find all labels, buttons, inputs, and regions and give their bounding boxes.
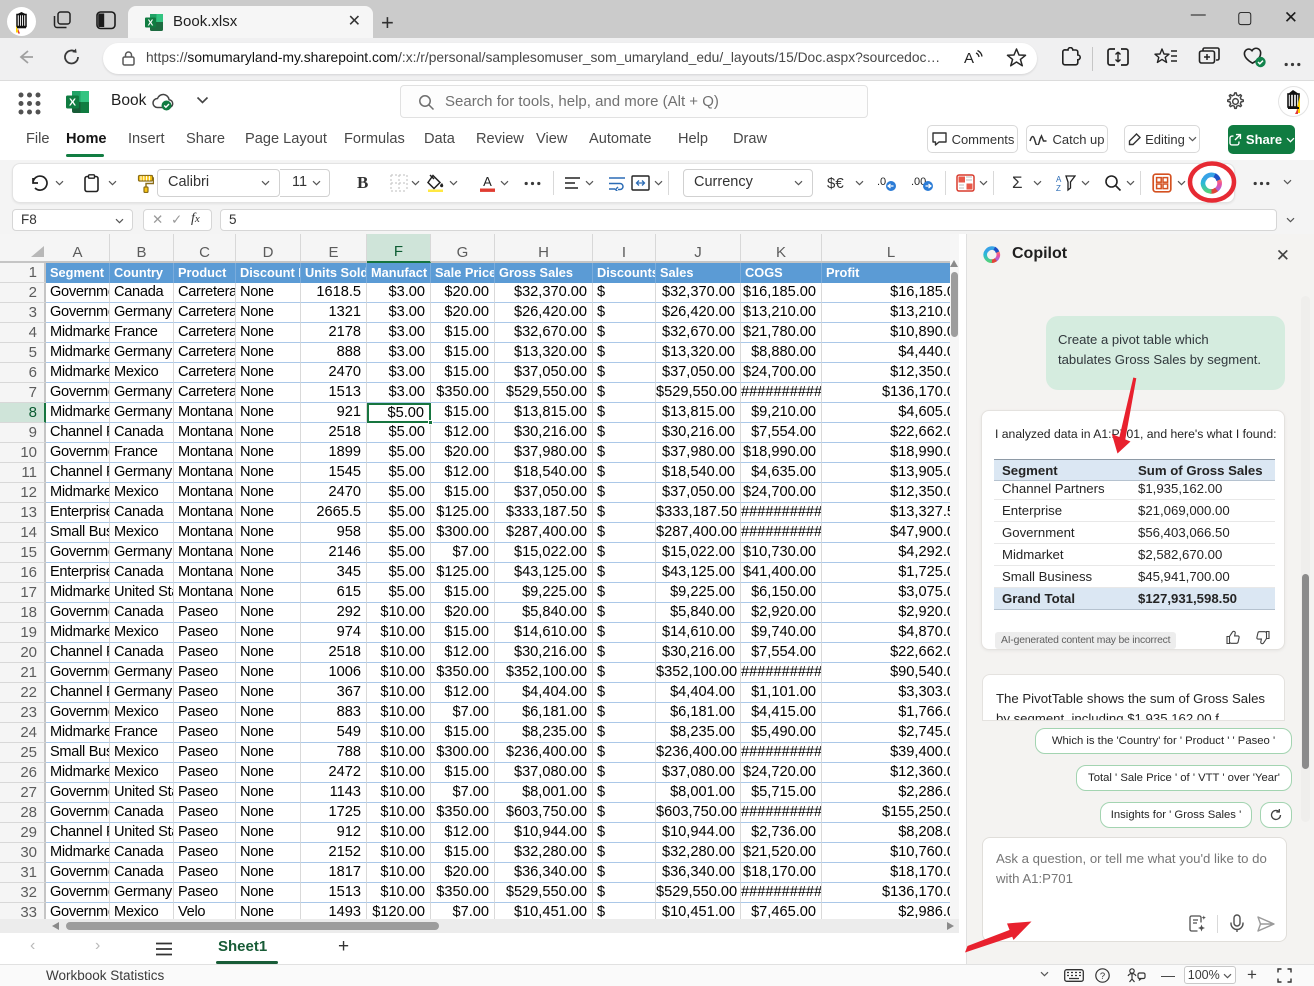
svg-text:?: ? <box>1100 971 1105 982</box>
svg-text:X: X <box>148 18 154 28</box>
svg-text:A: A <box>964 50 974 67</box>
svg-text:A: A <box>1056 175 1062 184</box>
svg-text:Z: Z <box>1056 184 1061 192</box>
svg-text:.0: .0 <box>877 176 886 188</box>
svg-text:A: A <box>483 174 492 189</box>
svg-text:X: X <box>69 97 76 109</box>
